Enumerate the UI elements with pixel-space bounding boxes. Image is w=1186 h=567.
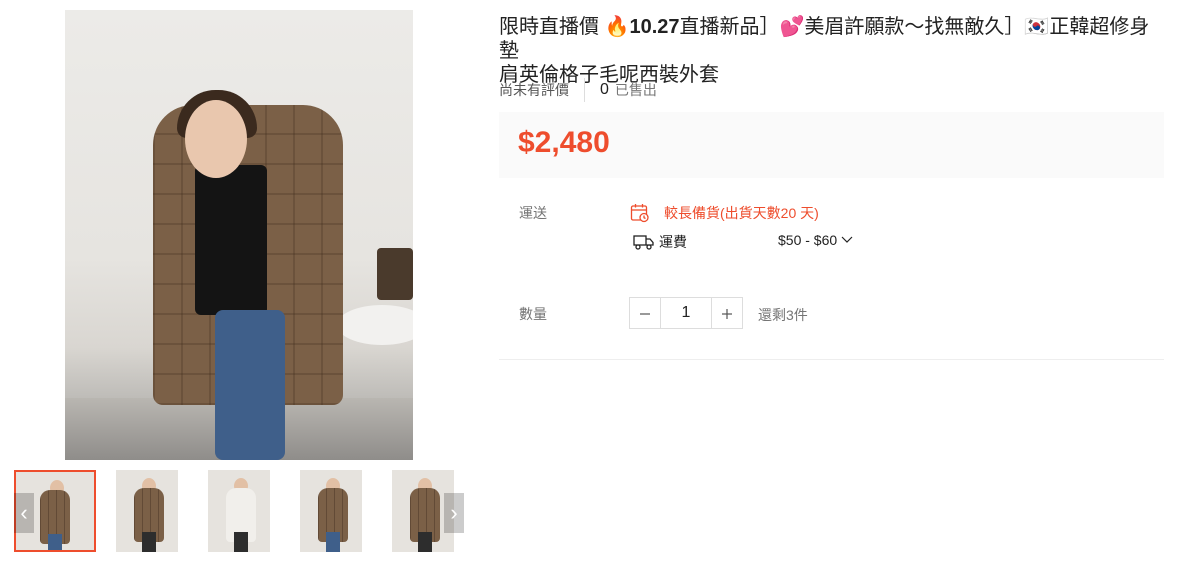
long-prep-notice: 較長備貨(出貨天數20 天) (630, 203, 819, 223)
section-divider (499, 359, 1164, 360)
calendar-clock-icon (630, 204, 649, 223)
price-box: $2,480 (499, 112, 1164, 178)
shipping-fee-dropdown[interactable]: $50 - $60 (778, 232, 853, 248)
shipping-fee-row: 運費 (633, 232, 687, 252)
stock-remaining: 還剩3件 (758, 307, 808, 323)
product-title: 限時直播價 🔥10.27直播新品］💕美眉許願款〜找無敵久］🇰🇷正韓超修身墊 肩英… (499, 15, 1169, 87)
rating-row: 尚未有評價 0 已售出 (499, 78, 657, 102)
quantity-input[interactable]: 1 (661, 297, 711, 329)
product-price: $2,480 (518, 126, 610, 159)
chevron-down-icon (841, 236, 853, 243)
quantity-label: 數量 (519, 306, 547, 322)
shipping-fee-range: $50 - $60 (778, 232, 838, 248)
divider (584, 78, 585, 102)
no-review-text: 尚未有評價 (499, 82, 569, 98)
image-model-face (185, 100, 247, 178)
chevron-left-icon[interactable]: ‹ (14, 493, 34, 533)
image-side-table (337, 305, 413, 345)
long-prep-text: 較長備貨(出貨天數20 天) (664, 205, 819, 221)
thumbnail-2[interactable] (116, 470, 178, 552)
main-product-image[interactable] (65, 10, 413, 460)
sold-label: 已售出 (614, 82, 657, 98)
decrease-quantity-button[interactable] (629, 297, 661, 329)
thumbnail-3[interactable] (208, 470, 270, 552)
increase-quantity-button[interactable] (711, 297, 743, 329)
thumbnail-4[interactable] (300, 470, 362, 552)
sold-count: 0 (600, 81, 609, 98)
image-handbag (377, 248, 413, 300)
image-jeans (215, 310, 285, 460)
plus-icon (722, 309, 732, 319)
truck-icon (633, 235, 654, 250)
thumbnail-strip: ‹ › (14, 470, 464, 552)
minus-icon (640, 313, 650, 315)
chevron-right-icon[interactable]: › (444, 493, 464, 533)
image-black-top (195, 165, 267, 315)
title-date: 10.27 (629, 16, 680, 38)
quantity-stepper: 1 (629, 297, 743, 329)
shipping-label: 運送 (519, 205, 547, 221)
shipping-fee-label: 運費 (659, 234, 687, 250)
title-prefix: 限時直播價 🔥 (499, 16, 630, 38)
